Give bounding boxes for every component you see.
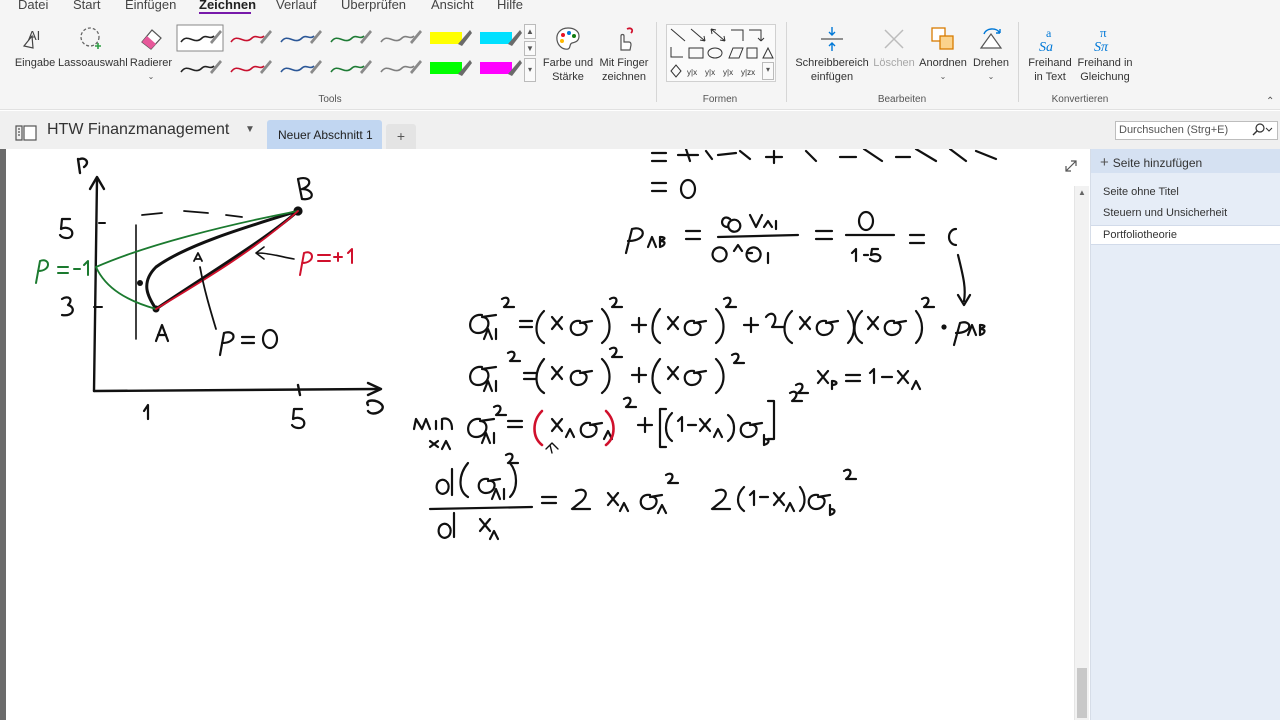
- menu-zeichnen[interactable]: Zeichnen: [199, 0, 256, 12]
- pen-swatch-7[interactable]: [180, 60, 222, 74]
- menu-start[interactable]: Start: [73, 0, 100, 12]
- ribbon-separator: [786, 22, 787, 102]
- freihand-in-text-button[interactable]: a Sa Freihand in Text: [1026, 24, 1074, 84]
- page-list-pane: + Seite hinzufügen Seite ohne Titel Steue…: [1090, 149, 1280, 720]
- menu-einfuegen[interactable]: Einfügen: [125, 0, 176, 12]
- search-input[interactable]: Durchsuchen (Strg+E): [1115, 121, 1278, 140]
- page-item-seite-ohne-titel[interactable]: Seite ohne Titel: [1091, 183, 1280, 203]
- pen-swatch-5[interactable]: [430, 30, 472, 46]
- menu-bar: Datei Start Einfügen Zeichnen Verlauf Üb…: [0, 0, 1280, 15]
- pen-swatch-0[interactable]: [176, 24, 224, 52]
- notebook-title[interactable]: HTW Finanzmanagement: [47, 121, 229, 139]
- pen-swatch-3[interactable]: [330, 30, 372, 44]
- section-tab-neuer-abschnitt[interactable]: Neuer Abschnitt 1: [267, 120, 382, 149]
- schreibbereich-einfuegen-button[interactable]: Schreibbereich einfügen: [794, 24, 870, 84]
- svg-text:y|x: y|x: [723, 68, 733, 77]
- pen-swatch-6[interactable]: [480, 30, 522, 46]
- scroll-up-arrow[interactable]: ▲: [1078, 188, 1086, 197]
- tools-group-label: Tools: [318, 94, 342, 105]
- pen-swatch-10[interactable]: [330, 60, 372, 74]
- svg-text:Sa: Sa: [1039, 40, 1053, 54]
- delete-x-icon: [884, 29, 904, 49]
- pen-scroll-down[interactable]: ▼: [524, 41, 536, 56]
- notebook-icon[interactable]: [14, 123, 38, 143]
- shapes-gallery[interactable]: y|x y|x y|x y|zx: [666, 24, 776, 82]
- add-page-button[interactable]: + Seite hinzufügen: [1091, 149, 1280, 173]
- radierer-button[interactable]: Radierer ⌄: [128, 24, 174, 84]
- collapse-ribbon-icon[interactable]: ⌃: [1266, 96, 1274, 107]
- full-page-view-icon[interactable]: [1064, 159, 1078, 173]
- rotate-icon: [979, 28, 1003, 49]
- loeschen-button[interactable]: Löschen: [872, 24, 916, 70]
- chevron-down-icon: ⌄: [939, 72, 947, 81]
- ribbon-separator: [656, 22, 657, 102]
- search-placeholder: Durchsuchen (Strg+E): [1119, 124, 1229, 136]
- menu-ansicht[interactable]: Ansicht: [431, 0, 474, 12]
- pen-gallery: [176, 24, 522, 82]
- svg-text:y|zx: y|zx: [741, 68, 755, 77]
- eraser-icon: [141, 29, 162, 50]
- eingabe-button[interactable]: AI Eingabe: [12, 24, 58, 70]
- ink-to-math-icon: π Sπ: [1094, 25, 1109, 54]
- konvertieren-group-label: Konvertieren: [1051, 94, 1109, 105]
- ribbon-separator: [1018, 22, 1019, 102]
- pen-swatch-2[interactable]: [280, 30, 322, 44]
- svg-text:y|x: y|x: [687, 68, 697, 77]
- pen-swatch-4[interactable]: [380, 30, 422, 44]
- svg-text:AI: AI: [28, 28, 40, 43]
- shape-icons: y|x y|x y|x y|zx: [670, 28, 774, 78]
- pen-scroll-up[interactable]: ▲: [524, 24, 536, 39]
- add-section-button[interactable]: +: [386, 124, 416, 149]
- svg-text:a: a: [1046, 26, 1052, 40]
- handwritten-notes: [35, 149, 998, 541]
- chevron-down-icon: ⌄: [147, 72, 155, 81]
- anordnen-button[interactable]: Anordnen ⌄: [916, 24, 970, 84]
- freihand-in-gleichung-button[interactable]: π Sπ Freihand in Gleichung: [1076, 24, 1134, 84]
- ribbon: AI Eingabe Lassoauswahl Radierer ⌄ ▲ ▼ ▾…: [0, 14, 1280, 110]
- ink-to-text-icon: a Sa: [1039, 26, 1053, 54]
- pen-swatch-8[interactable]: [230, 60, 272, 74]
- page-item-steuern[interactable]: Steuern und Unsicherheit: [1091, 204, 1280, 224]
- pen-swatch-1[interactable]: [230, 30, 272, 44]
- page-item-portfoliotheorie[interactable]: Portfoliotheorie: [1091, 225, 1280, 245]
- pen-swatch-12[interactable]: [430, 60, 472, 76]
- canvas-scrollbar[interactable]: ▲: [1074, 186, 1089, 720]
- formen-group-label: Formen: [702, 94, 738, 105]
- lasso-button[interactable]: Lassoauswahl: [58, 24, 128, 70]
- finger-draw-icon: [620, 27, 634, 51]
- type-cursor-icon: AI: [22, 28, 40, 49]
- mit-finger-zeichnen-button[interactable]: Mit Finger zeichnen: [596, 24, 652, 84]
- arrange-icon: [931, 27, 954, 50]
- search-icon[interactable]: [1251, 123, 1273, 137]
- plus-icon: +: [1100, 154, 1109, 171]
- palette-icon: [556, 27, 580, 50]
- svg-text:Sπ: Sπ: [1094, 40, 1109, 54]
- insert-space-icon: [821, 27, 843, 51]
- lasso-icon: [80, 27, 101, 49]
- pen-swatch-13[interactable]: [480, 60, 522, 76]
- menu-ueberpruefen[interactable]: Überprüfen: [341, 0, 406, 12]
- menu-datei[interactable]: Datei: [18, 0, 48, 12]
- farbe-und-staerke-button[interactable]: Farbe und Stärke: [540, 24, 596, 84]
- pen-gallery-expand[interactable]: ▾: [524, 58, 536, 82]
- svg-text:y|x: y|x: [705, 68, 715, 77]
- shapes-expand[interactable]: ▾: [762, 62, 774, 80]
- caret-down-icon[interactable]: ▼: [245, 124, 255, 135]
- pen-swatch-11[interactable]: [380, 60, 422, 74]
- chevron-down-icon: ⌄: [987, 72, 995, 81]
- menu-hilfe[interactable]: Hilfe: [497, 0, 523, 12]
- scroll-thumb[interactable]: [1077, 668, 1087, 718]
- svg-text:π: π: [1100, 25, 1107, 40]
- pen-swatches: [176, 24, 522, 76]
- graph-axes: [76, 157, 384, 415]
- page-canvas[interactable]: [6, 149, 1090, 720]
- bearbeiten-group-label: Bearbeiten: [877, 94, 927, 105]
- menu-verlauf[interactable]: Verlauf: [276, 0, 316, 12]
- notebook-bar: HTW Finanzmanagement ▼ Neuer Abschnitt 1…: [0, 111, 1280, 149]
- drehen-button[interactable]: Drehen ⌄: [970, 24, 1012, 84]
- pen-swatch-9[interactable]: [280, 60, 322, 74]
